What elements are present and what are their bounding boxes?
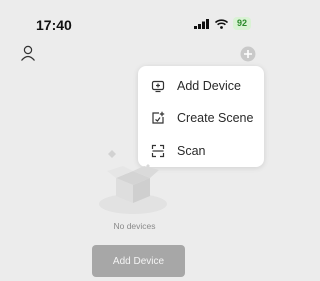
add-device-icon: [151, 80, 165, 92]
status-time: 17:40: [36, 17, 72, 33]
battery-icon: 92: [232, 17, 251, 30]
create-scene-icon: [152, 111, 165, 124]
menu-item-label: Scan: [177, 143, 206, 158]
status-bar: 17:40 92: [0, 0, 269, 40]
empty-box-illustration: [99, 150, 167, 214]
menu-item-add-device[interactable]: Add Device: [138, 69, 264, 102]
add-device-button[interactable]: Add Device: [92, 245, 185, 277]
menu-item-label: Create Scene: [177, 110, 254, 125]
menu-item-create-scene[interactable]: Create Scene: [138, 101, 264, 134]
app-screen: 17:40 92 Add Device Create Scene Scan No…: [0, 0, 269, 281]
add-icon[interactable]: [240, 46, 256, 62]
menu-item-label: Add Device: [177, 78, 241, 93]
wifi-icon: [214, 18, 228, 29]
empty-state-message: No devices: [113, 221, 156, 231]
profile-icon[interactable]: [20, 45, 36, 61]
signal-icon: [193, 18, 209, 29]
status-icons: 92: [193, 17, 251, 30]
